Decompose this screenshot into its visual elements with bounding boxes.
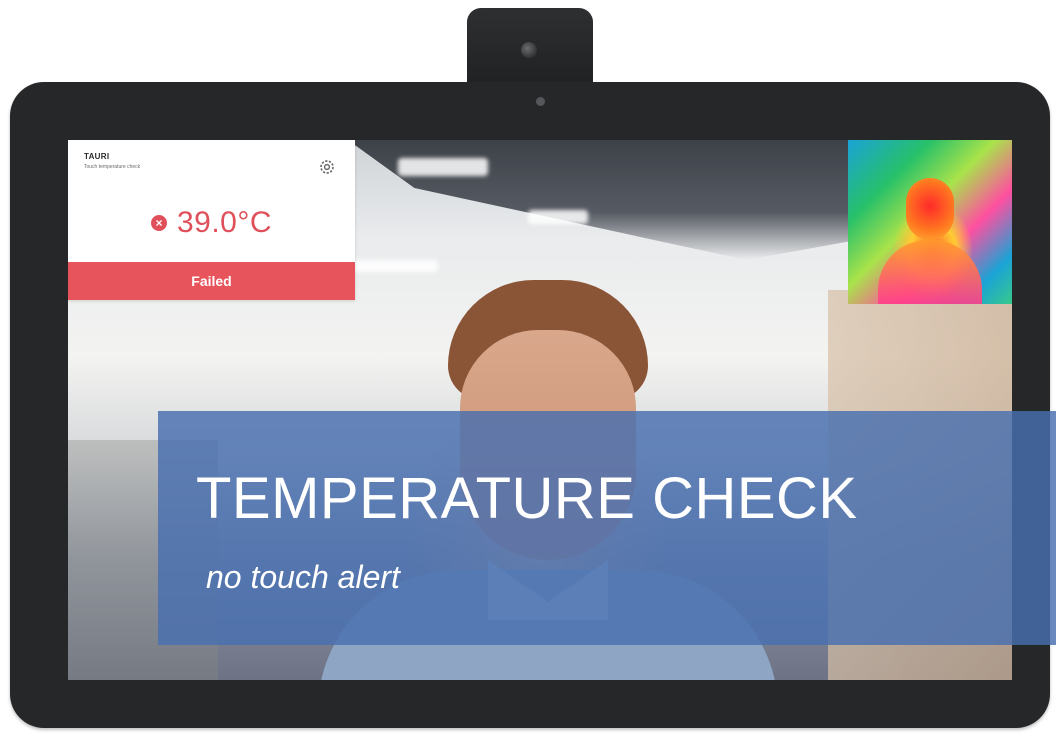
thermal-camera-preview — [848, 140, 1012, 304]
brand-name: TAURI — [84, 152, 110, 161]
settings-gear-icon[interactable] — [318, 158, 336, 176]
banner-title: TEMPERATURE CHECK — [196, 466, 858, 531]
thermal-body — [878, 240, 982, 304]
temperature-value: 39.0°C — [176, 206, 273, 239]
brand-subtitle: Touch temperature check — [84, 164, 141, 170]
status-badge: Failed — [68, 262, 355, 300]
camera-lens-icon — [521, 42, 537, 58]
overlay-banner: TEMPERATURE CHECK no touch alert — [158, 411, 1056, 645]
front-sensor — [536, 97, 545, 106]
temperature-status-card: TAURI Touch temperature check × 39.0°C F… — [68, 140, 355, 300]
temperature-reading: × 39.0°C — [68, 198, 355, 248]
thermal-face — [906, 178, 954, 240]
fail-x-icon: × — [150, 215, 167, 231]
banner-subtitle: no touch alert — [206, 559, 400, 595]
